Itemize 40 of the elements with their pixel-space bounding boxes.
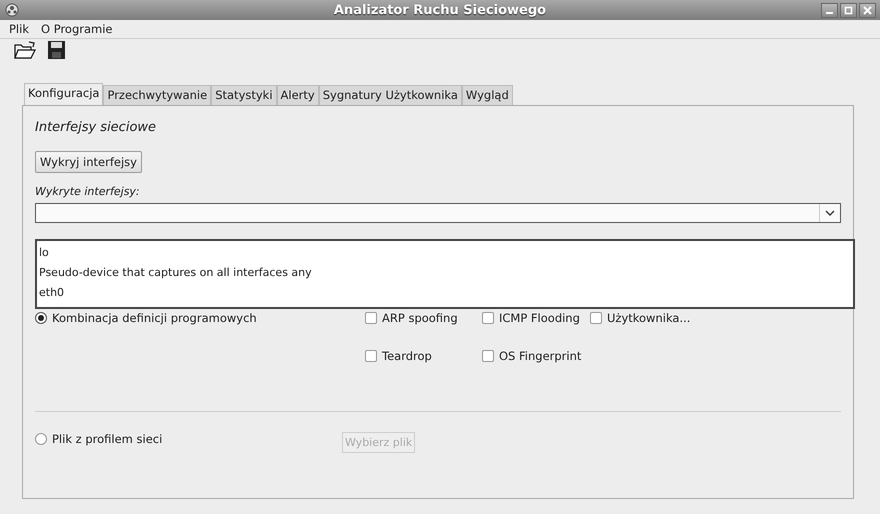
checkbox-label: Teardrop [382, 349, 432, 363]
app-icon [5, 3, 19, 17]
dropdown-option[interactable]: lo [39, 243, 49, 263]
radio-button[interactable] [35, 433, 47, 445]
maximize-icon [844, 6, 853, 14]
checkbox[interactable] [365, 350, 377, 362]
save-icon[interactable] [46, 40, 68, 60]
tab[interactable]: Alerty [276, 85, 319, 105]
close-icon [863, 6, 872, 14]
tab[interactable]: Konfiguracja [24, 83, 104, 105]
dropdown-option[interactable]: Pseudo-device that captures on all interfaces any [39, 263, 312, 283]
tab[interactable]: Statystyki [211, 85, 277, 105]
interfaces-dropdown[interactable] [35, 203, 841, 223]
radio-label: Kombinacja definicji programowych [52, 311, 257, 325]
checkbox-label: ICMP Flooding [499, 311, 580, 325]
checkbox[interactable] [482, 350, 494, 362]
caret-icon [825, 210, 835, 216]
field-label: Wykryte interfejsy: [35, 185, 140, 198]
window-title: Analizator Ruchu Sieciowego [334, 2, 546, 18]
minimize-button[interactable] [821, 2, 838, 18]
menu-item[interactable]: Plik [8, 22, 30, 36]
menu-item[interactable]: O Programie [40, 22, 114, 36]
checkbox[interactable] [365, 312, 377, 324]
checkbox-label: ARP spoofing [382, 311, 458, 325]
tab[interactable]: Wygląd [462, 85, 513, 105]
detect-button[interactable]: Wykryj interfejsy [35, 151, 142, 173]
checkbox-label: Użytkownika... [607, 311, 690, 325]
minimize-icon [826, 12, 833, 14]
checkbox[interactable] [482, 312, 494, 324]
checkbox[interactable] [590, 312, 602, 324]
checkbox-label: OS Fingerprint [499, 349, 582, 363]
close-button[interactable] [859, 2, 876, 18]
folder-icon[interactable] [14, 40, 36, 60]
section-title: Interfejsy sieciowe [35, 120, 156, 135]
maximize-button[interactable] [840, 2, 857, 18]
radio-button[interactable] [35, 312, 47, 324]
tab[interactable]: Sygnatury Użytkownika [318, 85, 462, 105]
radio-label: Plik z profilem sieci [52, 432, 162, 446]
tab[interactable]: Przechwytywanie [103, 85, 212, 105]
dropdown-option[interactable]: eth0 [39, 283, 64, 303]
